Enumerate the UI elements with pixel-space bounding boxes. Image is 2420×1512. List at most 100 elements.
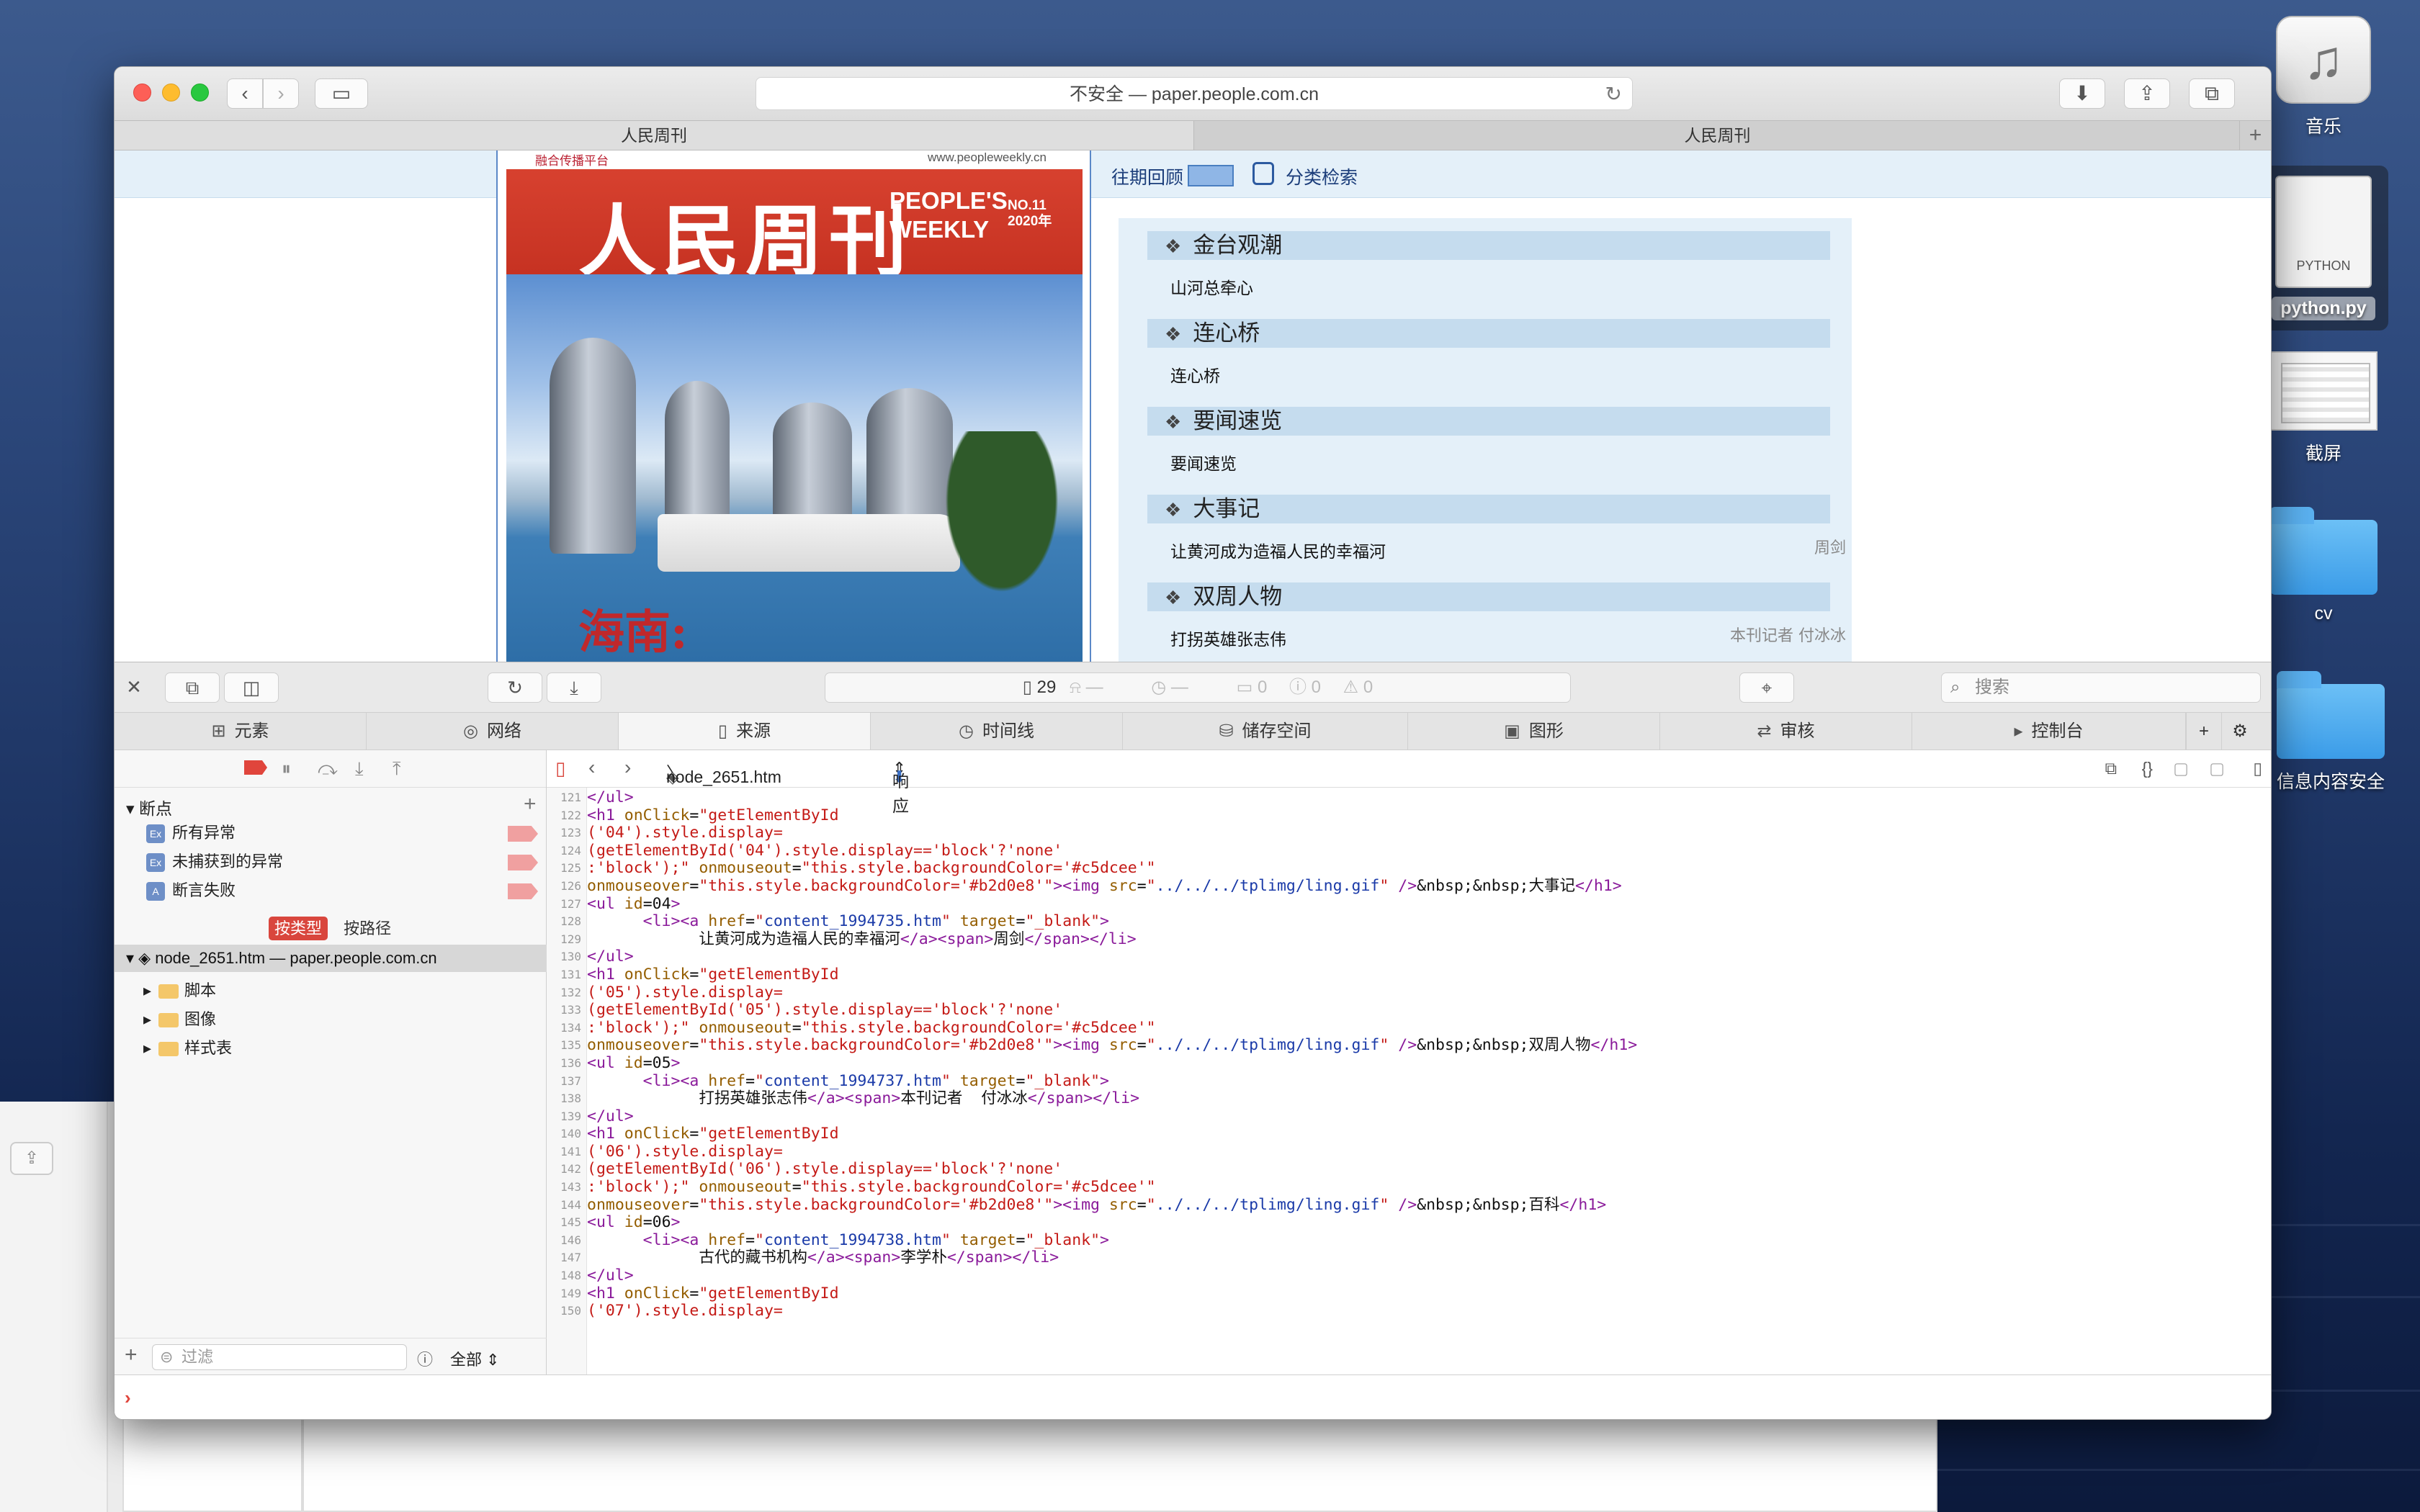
tab-sources[interactable]: ▯ 来源 bbox=[619, 713, 871, 750]
issue-select[interactable] bbox=[1188, 165, 1234, 186]
resource-folder-stylesheets[interactable]: ▸ 样式表 bbox=[143, 1035, 232, 1058]
tab-network[interactable]: ◎ 网络 bbox=[367, 713, 619, 750]
resource-folder-images[interactable]: ▸ 图像 bbox=[143, 1007, 216, 1030]
tab-overview-icon[interactable]: ⧉ bbox=[2189, 78, 2235, 109]
tab-audit[interactable]: ⇄ 审核 bbox=[1660, 713, 1912, 750]
copy-icon[interactable]: ⧉ bbox=[2105, 759, 2117, 778]
line-number[interactable]: 147 bbox=[547, 1249, 581, 1267]
code-line[interactable]: 149 <h1 onClick="getElementById bbox=[560, 1284, 2271, 1303]
toc-section-heading[interactable]: ❖ 要闻速览 bbox=[1147, 407, 1830, 436]
code-line[interactable]: 131 <h1 onClick="getElementById bbox=[560, 966, 2271, 984]
line-number[interactable]: 140 bbox=[547, 1125, 581, 1143]
line-number[interactable]: 142 bbox=[547, 1161, 581, 1179]
line-number[interactable]: 126 bbox=[547, 878, 581, 896]
type-text-icon[interactable]: ▢ bbox=[2173, 759, 2189, 778]
add-resource-plus-icon[interactable]: + bbox=[125, 1343, 138, 1367]
breakpoints-header[interactable]: ▾ 断点 bbox=[126, 795, 172, 819]
line-number[interactable]: 128 bbox=[547, 913, 581, 931]
code-line[interactable]: 130 </ul> bbox=[560, 948, 2271, 966]
pretty-print-icon[interactable]: {} bbox=[2142, 759, 2153, 778]
line-number[interactable]: 148 bbox=[547, 1267, 581, 1285]
window-close-button[interactable] bbox=[133, 84, 151, 102]
magazine-cover[interactable]: 融合传播平台 www.peopleweekly.cn 人民周刊 PEOPLE'S… bbox=[496, 150, 1091, 662]
tab-timelines[interactable]: ◷ 时间线 bbox=[871, 713, 1123, 750]
desktop-icon-cv[interactable]: cv bbox=[2259, 504, 2388, 624]
code-line[interactable]: 121 </ul> bbox=[560, 788, 2271, 807]
back-button[interactable]: ‹ bbox=[227, 78, 263, 109]
settings-gear-icon[interactable]: ⚙ bbox=[2222, 713, 2258, 750]
code-line[interactable]: 148 </ul> bbox=[560, 1266, 2271, 1285]
group-by-path-button[interactable]: 按路径 bbox=[344, 919, 391, 937]
filter-input[interactable]: ⊜ 过滤 bbox=[152, 1344, 407, 1370]
share-icon[interactable]: ⇪ bbox=[10, 1142, 53, 1175]
code-line[interactable]: 150 ('07').style.display= bbox=[560, 1302, 2271, 1320]
line-number[interactable]: 125 bbox=[547, 860, 581, 878]
code-line[interactable]: 132 ('05').style.display= bbox=[560, 984, 2271, 1002]
code-line[interactable]: 144 onmouseover="this.style.backgroundCol… bbox=[560, 1196, 2271, 1215]
line-number[interactable]: 123 bbox=[547, 824, 581, 842]
code-line[interactable]: 134:'block');" onmouseout="this.style.ba… bbox=[560, 1019, 2271, 1038]
line-number[interactable]: 136 bbox=[547, 1055, 581, 1073]
line-number[interactable]: 144 bbox=[547, 1197, 581, 1215]
group-by-type-button[interactable]: 按类型 bbox=[269, 917, 328, 940]
breakpoint-assertion-failures[interactable]: A 断言失败 bbox=[146, 877, 538, 904]
code-line[interactable]: 143:'block');" onmouseout="this.style.ba… bbox=[560, 1178, 2271, 1197]
line-number[interactable]: 122 bbox=[547, 807, 581, 825]
code-line[interactable]: 127 <ul id=04> bbox=[560, 895, 2271, 914]
code-line[interactable]: 126 onmouseover="this.style.backgroundCol… bbox=[560, 877, 2271, 896]
line-number[interactable]: 131 bbox=[547, 966, 581, 984]
file-breadcrumb[interactable]: ◈ node_2651.htm 〉 bbox=[666, 759, 781, 786]
past-issues-link[interactable]: 往期回顾 bbox=[1111, 163, 1183, 189]
code-line[interactable]: 145 <ul id=06> bbox=[560, 1213, 2271, 1232]
line-number[interactable]: 149 bbox=[547, 1285, 581, 1303]
filter-scope-select[interactable]: 全部 ⇕ bbox=[450, 1347, 500, 1370]
share-icon[interactable]: ⇪ bbox=[2124, 78, 2170, 109]
response-mode-select[interactable]: ⬇ 响应 ⇕ bbox=[892, 759, 909, 815]
download-archive-icon[interactable]: ⤓ bbox=[547, 672, 601, 703]
line-number[interactable]: 134 bbox=[547, 1020, 581, 1038]
address-bar[interactable]: 不安全 — paper.people.com.cn ↻ bbox=[756, 77, 1633, 110]
step-out-icon[interactable]: ⤒ bbox=[393, 757, 401, 780]
line-number[interactable]: 138 bbox=[547, 1090, 581, 1108]
step-over-icon[interactable]: ⤼ bbox=[318, 757, 338, 780]
resource-root[interactable]: ▾ ◈ node_2651.htm — paper.people.com.cn bbox=[115, 945, 547, 972]
line-number[interactable]: 133 bbox=[547, 1002, 581, 1020]
reload-icon[interactable]: ↻ bbox=[1605, 78, 1622, 111]
line-number[interactable]: 143 bbox=[547, 1179, 581, 1197]
toc-section-heading[interactable]: ❖ 大事记 bbox=[1147, 495, 1830, 523]
code-line[interactable]: 123 ('04').style.display= bbox=[560, 824, 2271, 842]
add-tab-plus-icon[interactable]: + bbox=[2186, 713, 2222, 750]
line-number[interactable]: 132 bbox=[547, 984, 581, 1002]
window-minimize-button[interactable] bbox=[162, 84, 180, 102]
sidebar-toggle-icon[interactable]: ▭ bbox=[315, 78, 368, 109]
tab-elements[interactable]: ⊞ 元素 bbox=[115, 713, 367, 750]
line-number[interactable]: 145 bbox=[547, 1214, 581, 1232]
desktop-icon-infosec[interactable]: 信息内容安全 bbox=[2259, 668, 2403, 793]
close-inspector-icon[interactable]: ✕ bbox=[123, 672, 145, 703]
line-number[interactable]: 135 bbox=[547, 1037, 581, 1055]
code-line[interactable]: 124 (getElementById('04').style.display==… bbox=[560, 842, 2271, 860]
tab-graphics[interactable]: ▣ 图形 bbox=[1408, 713, 1660, 750]
tab-storage[interactable]: ⛁ 储存空间 bbox=[1123, 713, 1408, 750]
category-search-icon[interactable] bbox=[1252, 162, 1274, 185]
desktop-icon-python[interactable]: PYTHON python.py bbox=[2259, 166, 2388, 330]
category-search-link[interactable]: 分类检索 bbox=[1286, 163, 1358, 189]
code-line[interactable]: 136 <ul id=05> bbox=[560, 1054, 2271, 1073]
breakpoint-flag-icon[interactable] bbox=[508, 883, 538, 899]
resource-folder-scripts[interactable]: ▸ 脚本 bbox=[143, 978, 216, 1001]
back-arrow-icon[interactable]: ‹ bbox=[588, 756, 595, 779]
breakpoints-toggle-icon[interactable] bbox=[244, 760, 267, 775]
line-number[interactable]: 130 bbox=[547, 948, 581, 966]
line-number[interactable]: 146 bbox=[547, 1232, 581, 1250]
line-number[interactable]: 121 bbox=[547, 789, 581, 807]
toc-article-link[interactable]: 连心桥 bbox=[1170, 362, 1220, 387]
code-line[interactable]: 129 让黄河成为造福人民的幸福河</a><span>周剑</span></li… bbox=[560, 930, 2271, 949]
toggle-navigation-icon[interactable]: ▯ bbox=[555, 757, 565, 780]
line-number[interactable]: 127 bbox=[547, 896, 581, 914]
code-line[interactable]: 138 打拐英雄张志伟</a><span>本刊记者 付冰冰</span></li… bbox=[560, 1089, 2271, 1108]
code-line[interactable]: 142 (getElementById('06').style.display==… bbox=[560, 1161, 2271, 1179]
tab-console[interactable]: ▸ 控制台 bbox=[1912, 713, 2186, 750]
toc-article-link[interactable]: 打拐英雄张志伟 bbox=[1170, 626, 1286, 650]
line-number[interactable]: 137 bbox=[547, 1073, 581, 1091]
code-view[interactable]: 121 </ul> 122 <h1 onClick="getElementById 12… bbox=[560, 788, 2271, 1375]
